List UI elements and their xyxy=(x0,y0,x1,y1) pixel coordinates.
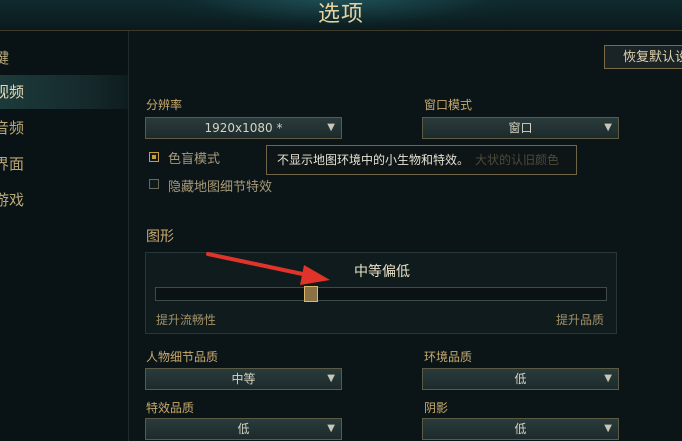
resolution-dropdown[interactable]: 1920x1080 * ▼ xyxy=(145,117,342,139)
sidebar-item-video[interactable]: 视频 xyxy=(0,75,128,109)
environment-quality-value: 低 xyxy=(514,372,527,386)
tooltip-text: 不显示地图环境中的小生物和特效。 xyxy=(277,153,470,167)
sidebar-item-interface[interactable]: 界面 xyxy=(0,147,128,181)
sidebar-item-game[interactable]: 游戏 xyxy=(0,183,128,217)
graphics-panel: 中等偏低 提升流畅性 提升品质 xyxy=(145,252,617,334)
sidebar: 键 视频 音频 界面 游戏 xyxy=(0,31,129,441)
graphics-section-title: 图形 xyxy=(146,229,174,245)
sidebar-item-label: 界面 xyxy=(0,155,25,173)
effects-quality-label: 特效品质 xyxy=(146,401,195,415)
shadows-value: 低 xyxy=(514,422,527,436)
sidebar-item-label: 音频 xyxy=(0,119,25,137)
slider-min-label: 提升流畅性 xyxy=(156,313,217,327)
hide-map-details-label: 隐藏地图细节特效 xyxy=(168,180,273,195)
shadows-label: 阴影 xyxy=(424,401,449,415)
title-bar: 选项 xyxy=(0,0,682,31)
chevron-down-icon: ▼ xyxy=(604,373,612,384)
chevron-down-icon: ▼ xyxy=(604,122,612,133)
chevron-down-icon: ▼ xyxy=(604,423,612,434)
restore-defaults-button[interactable]: 恢复默认设置 xyxy=(604,45,682,69)
hide-map-details-checkbox[interactable] xyxy=(149,179,159,189)
resolution-value: 1920x1080 * xyxy=(204,121,283,135)
colorblind-checkbox[interactable] xyxy=(149,152,159,162)
sidebar-item-label: 游戏 xyxy=(0,191,25,209)
character-quality-dropdown[interactable]: 中等 ▼ xyxy=(145,368,342,390)
slider-handle[interactable] xyxy=(304,286,318,302)
slider-max-label: 提升品质 xyxy=(555,313,604,327)
colorblind-label: 色盲模式 xyxy=(168,152,221,167)
effects-quality-value: 低 xyxy=(237,422,250,436)
environment-quality-label: 环境品质 xyxy=(424,350,473,364)
chevron-down-icon: ▼ xyxy=(327,423,335,434)
window-title: 选项 xyxy=(317,2,364,27)
tooltip: 不显示地图环境中的小生物和特效。 大状的认旧颜色 xyxy=(266,145,577,175)
effects-quality-dropdown[interactable]: 低 ▼ xyxy=(145,418,342,440)
chevron-down-icon: ▼ xyxy=(327,373,335,384)
window-mode-dropdown[interactable]: 窗口 ▼ xyxy=(422,117,619,139)
character-quality-value: 中等 xyxy=(231,372,256,386)
sidebar-item-sound[interactable]: 音频 xyxy=(0,111,128,145)
character-quality-label: 人物细节品质 xyxy=(146,350,219,364)
graphics-quality-slider[interactable] xyxy=(155,286,607,302)
chevron-down-icon: ▼ xyxy=(327,122,335,133)
window-mode-label: 窗口模式 xyxy=(424,98,473,112)
sidebar-item-label: 键 xyxy=(0,49,10,67)
graphics-preset-label: 中等偏低 xyxy=(354,264,410,280)
environment-quality-dropdown[interactable]: 低 ▼ xyxy=(422,368,619,390)
shadows-dropdown[interactable]: 低 ▼ xyxy=(422,418,619,440)
sidebar-item-hotkeys[interactable]: 键 xyxy=(0,41,128,75)
resolution-label: 分辨率 xyxy=(146,98,183,112)
sidebar-item-label: 视频 xyxy=(0,83,25,101)
window-mode-value: 窗口 xyxy=(508,121,533,135)
tooltip-background-text: 大状的认旧颜色 xyxy=(475,153,560,167)
